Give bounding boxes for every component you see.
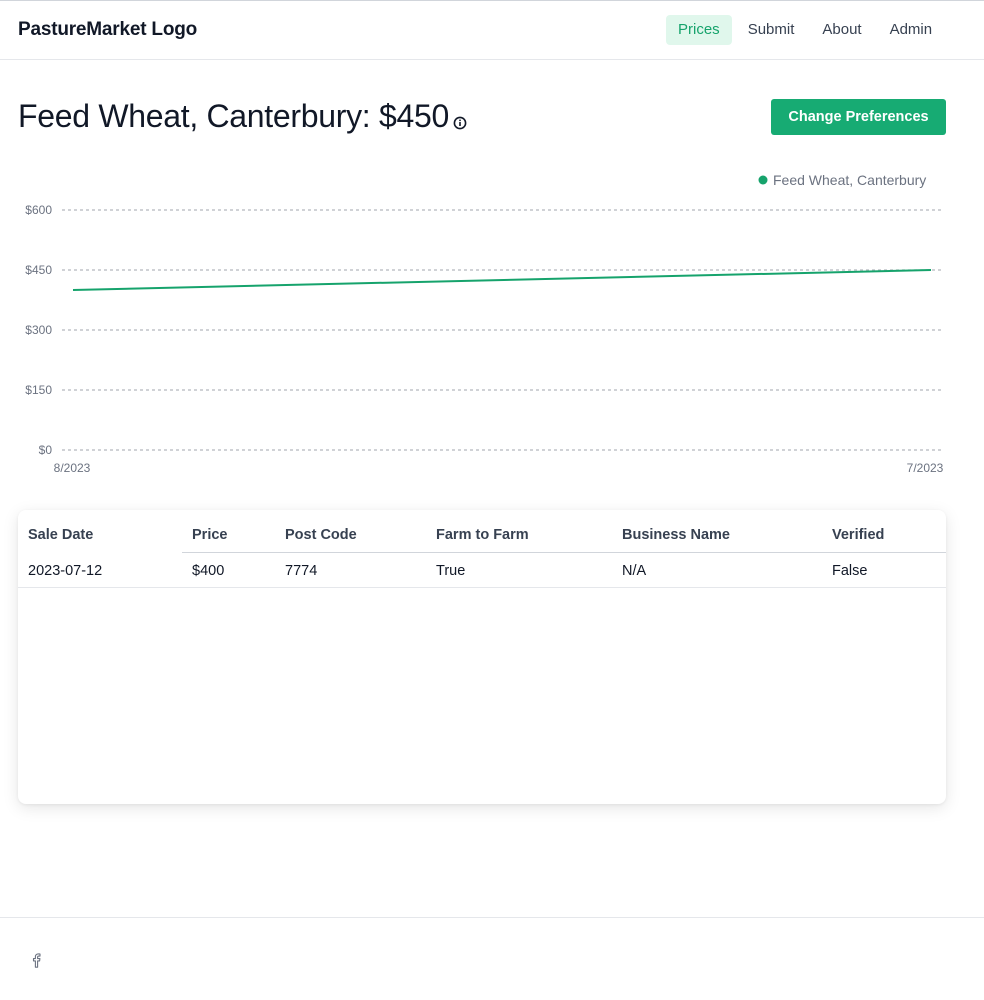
- y-tick-label: $450: [25, 263, 52, 277]
- cell-farm-to-farm: True: [436, 563, 466, 579]
- y-tick-label: $150: [25, 383, 52, 397]
- series-lines: [72, 269, 932, 291]
- site-logo[interactable]: PastureMarket Logo: [18, 19, 197, 41]
- change-preferences-button[interactable]: Change Preferences: [771, 99, 946, 135]
- footer: [0, 917, 984, 1000]
- y-tick-label: $300: [25, 323, 52, 337]
- nav-about[interactable]: About: [810, 15, 873, 45]
- column-header-sale-date[interactable]: Sale Date: [28, 527, 93, 543]
- cell-sale-date: 2023-07-12: [28, 563, 103, 579]
- legend-marker: [758, 175, 768, 185]
- column-header-verified[interactable]: Verified: [832, 527, 884, 543]
- main-nav: Prices Submit About Admin: [666, 15, 948, 45]
- y-tick-label: $0: [39, 443, 53, 457]
- column-header-business-name[interactable]: Business Name: [622, 527, 730, 543]
- x-axis-ticks: 8/2023 7/2023: [54, 461, 944, 475]
- table-header-row: Sale Date Price Post Code Farm to Farm B…: [18, 524, 946, 552]
- page-title: Feed Wheat, Canterbury: $450: [18, 98, 449, 134]
- table-row[interactable]: 2023-07-12 $400 7774 True N/A False: [18, 553, 946, 588]
- price-line-chart: $0 $150 $300 $450 $600 8/2023 7/2023 Feed Whe…: [25, 172, 944, 475]
- y-axis-ticks: $0 $150 $300 $450 $600: [25, 203, 52, 457]
- x-tick-label: 8/2023: [54, 461, 91, 475]
- legend-label[interactable]: Feed Wheat, Canterbury: [773, 172, 926, 188]
- info-icon[interactable]: [453, 116, 467, 130]
- sales-table: Sale Date Price Post Code Farm to Farm B…: [18, 510, 946, 804]
- column-header-price[interactable]: Price: [192, 527, 227, 543]
- cell-business-name: N/A: [622, 563, 647, 579]
- column-header-post-code[interactable]: Post Code: [285, 527, 357, 543]
- nav-prices[interactable]: Prices: [666, 15, 732, 45]
- cell-post-code: 7774: [285, 563, 318, 579]
- y-tick-label: $600: [25, 203, 52, 217]
- nav-submit[interactable]: Submit: [736, 15, 807, 45]
- series-line[interactable]: [72, 269, 932, 291]
- column-header-farm-to-farm[interactable]: Farm to Farm: [436, 527, 529, 543]
- nav-admin[interactable]: Admin: [878, 15, 945, 45]
- grid-lines: [62, 209, 942, 451]
- top-navbar: PastureMarket Logo Prices Submit About A…: [0, 1, 984, 60]
- x-tick-label: 7/2023: [907, 461, 944, 475]
- cell-price: $400: [192, 563, 225, 579]
- chart-legend[interactable]: Feed Wheat, Canterbury: [758, 172, 927, 188]
- facebook-icon[interactable]: [30, 952, 42, 968]
- cell-verified: False: [832, 563, 868, 579]
